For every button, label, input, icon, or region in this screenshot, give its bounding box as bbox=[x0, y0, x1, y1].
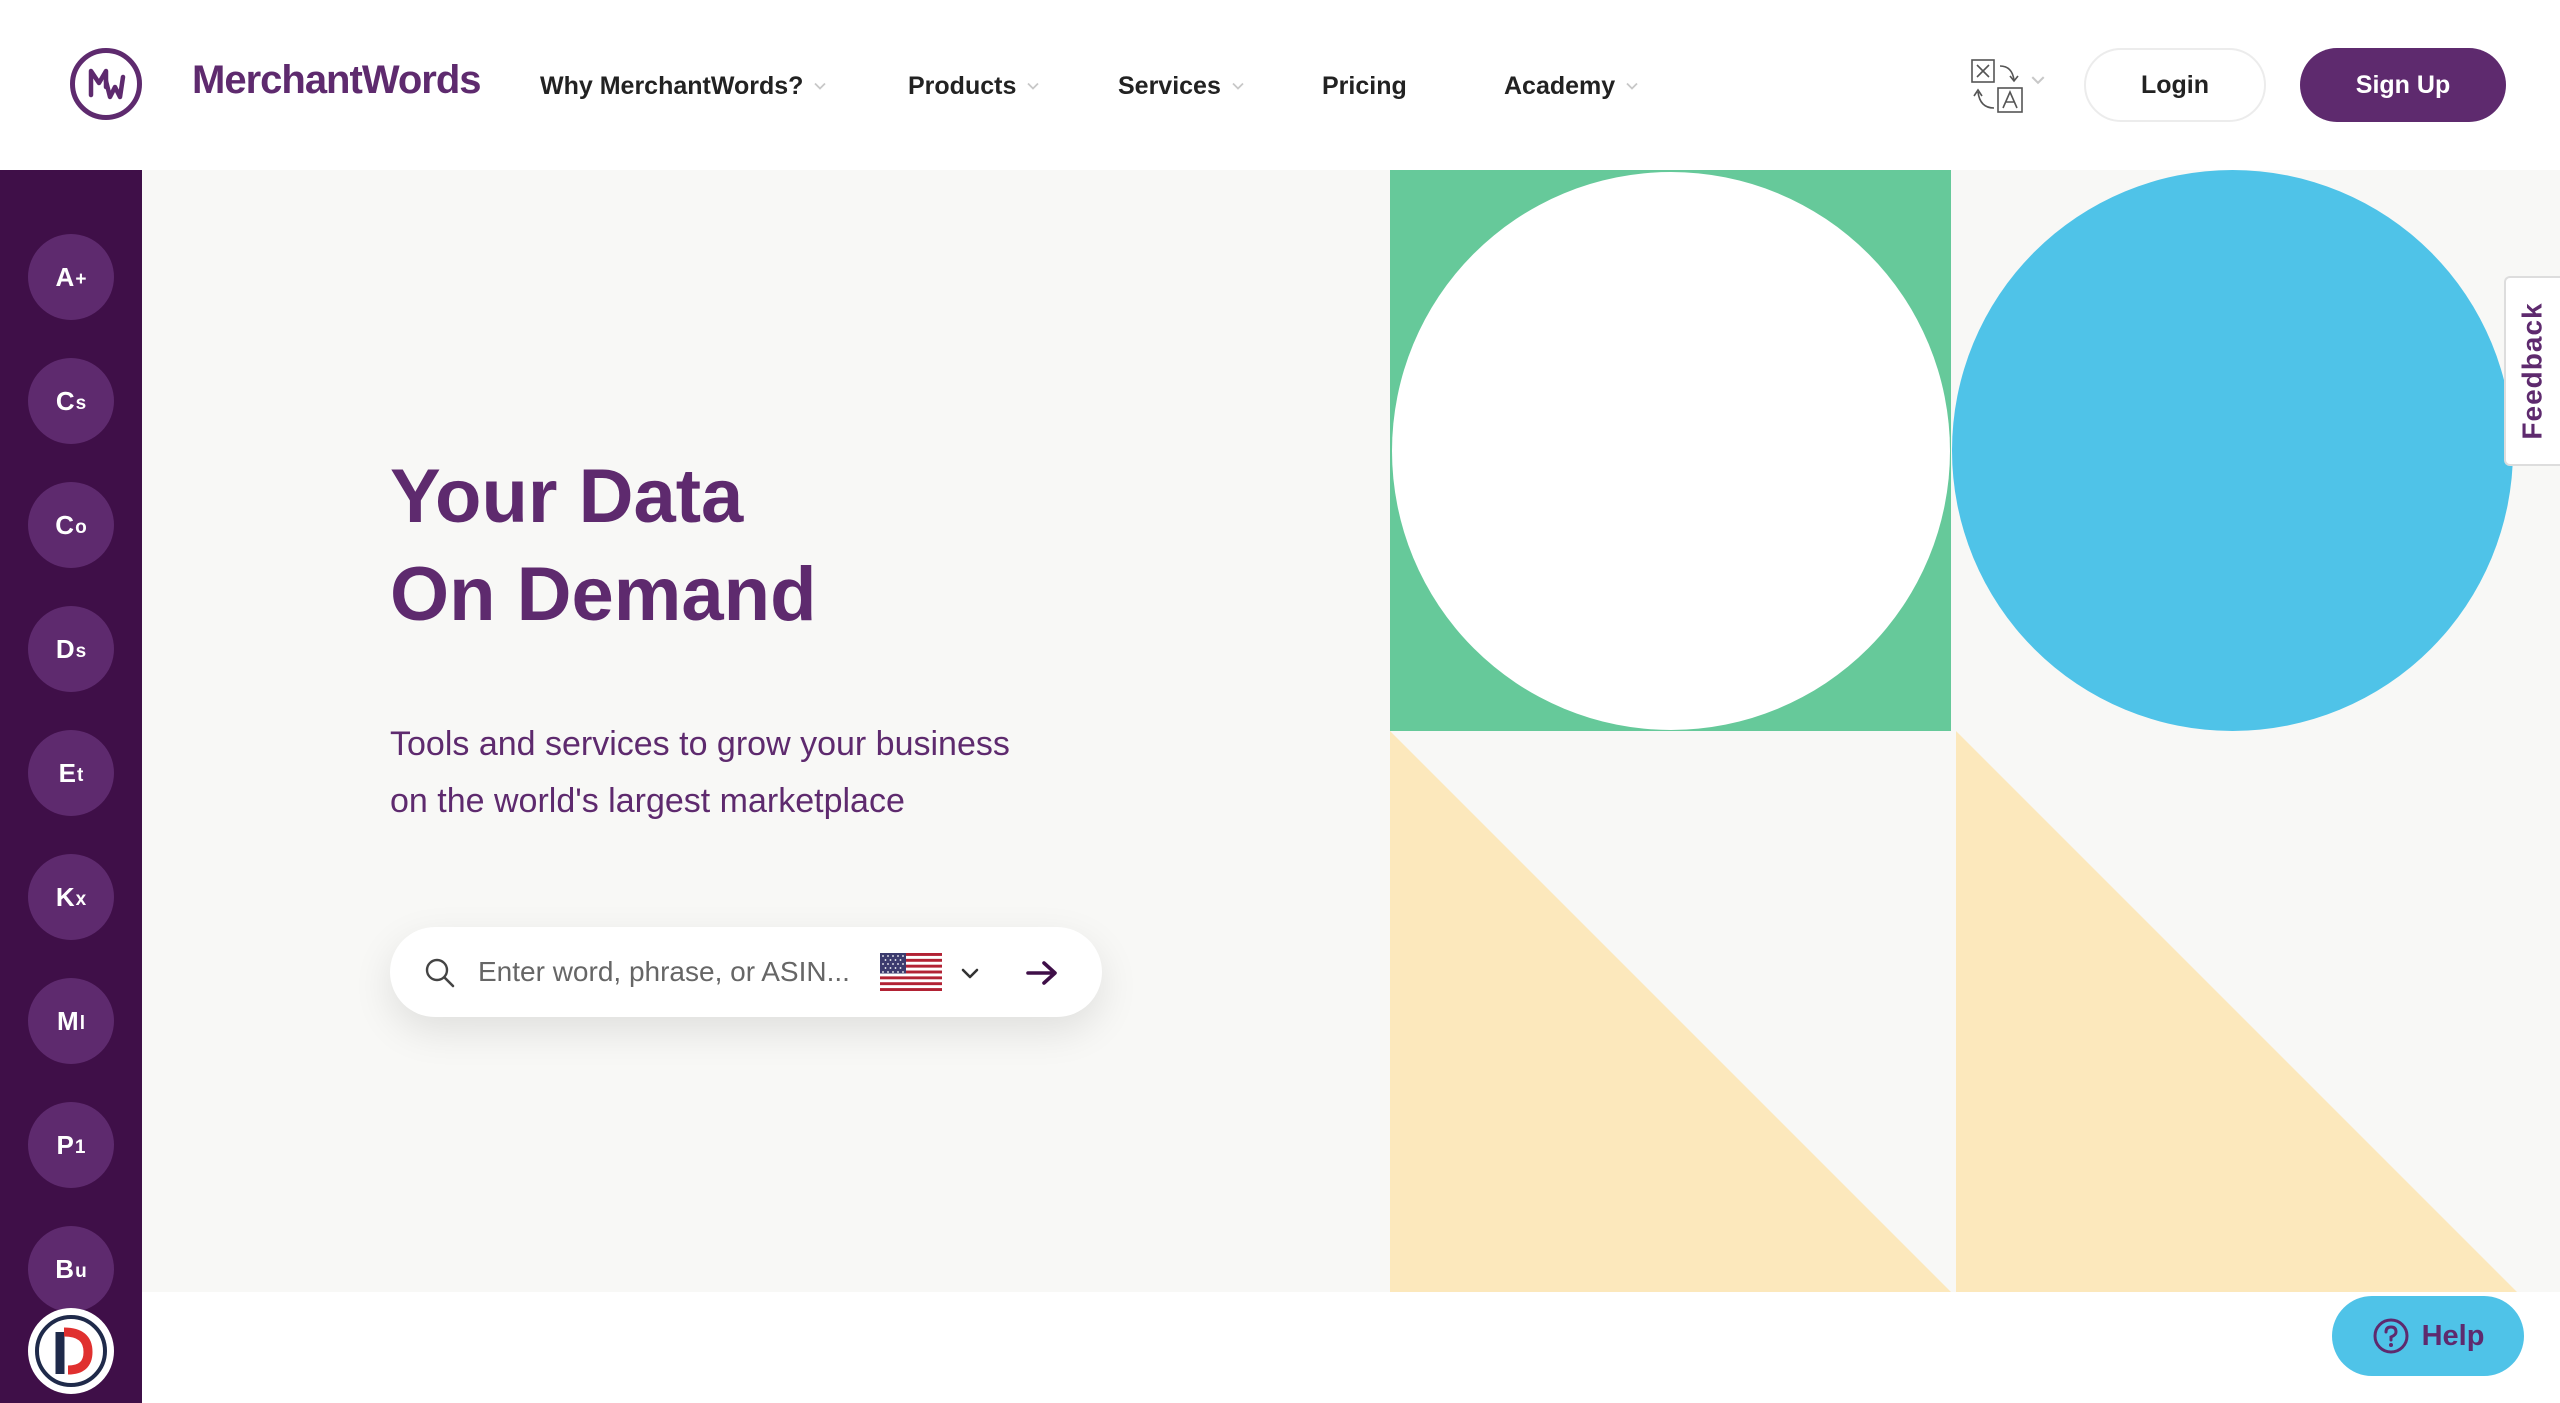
rail-item-sub: u bbox=[75, 1261, 87, 1282]
rail-item-co[interactable]: Co bbox=[28, 482, 114, 568]
rail-item-et[interactable]: Et bbox=[28, 730, 114, 816]
chevron-down-icon[interactable] bbox=[958, 961, 982, 985]
nav-pricing-label: Pricing bbox=[1322, 71, 1407, 100]
hero-title: Your Data On Demand bbox=[390, 448, 817, 644]
rail-item-main: K bbox=[55, 881, 75, 912]
arrow-right-icon[interactable] bbox=[1020, 951, 1064, 995]
search-input[interactable] bbox=[478, 947, 858, 997]
rail-item-kx[interactable]: Kx bbox=[28, 854, 114, 940]
rail-item-cs[interactable]: Cs bbox=[28, 358, 114, 444]
nav-services[interactable]: Services bbox=[1118, 72, 1245, 101]
nav-services-label: Services bbox=[1118, 71, 1221, 100]
rail-item-sub: 1 bbox=[74, 1137, 86, 1158]
rail-item-ds[interactable]: Ds bbox=[28, 606, 114, 692]
rail-item-ml[interactable]: Ml bbox=[28, 978, 114, 1064]
rail-item-main: D bbox=[55, 633, 75, 664]
rail-item-main: A bbox=[55, 261, 75, 292]
hero-illustration bbox=[1390, 170, 2560, 1292]
rail-item-main: C bbox=[55, 385, 75, 416]
rail-item-a-plus[interactable]: A + bbox=[28, 234, 114, 320]
rail-item-sub: s bbox=[75, 641, 87, 662]
cream-triangle-shape bbox=[1956, 731, 2517, 1292]
rail-item-main: M bbox=[57, 1005, 79, 1036]
brand-name[interactable]: MerchantWords bbox=[192, 58, 482, 103]
help-circle-icon bbox=[2373, 1318, 2409, 1354]
rail-item-sub: o bbox=[75, 517, 87, 538]
nav-academy-label: Academy bbox=[1504, 71, 1616, 100]
rail-item-sub: + bbox=[75, 269, 87, 290]
brand-badge-icon[interactable] bbox=[28, 1308, 114, 1394]
help-button[interactable]: Help bbox=[2332, 1296, 2524, 1376]
search-icon bbox=[425, 958, 455, 988]
chevron-down-icon bbox=[1626, 82, 1638, 90]
nav-products-label: Products bbox=[908, 71, 1017, 100]
rail-item-sub: x bbox=[75, 889, 87, 910]
nav-products[interactable]: Products bbox=[908, 72, 1040, 101]
rail-item-main: B bbox=[55, 1253, 75, 1284]
nav-why-merchantwords[interactable]: Why MerchantWords? bbox=[540, 72, 827, 101]
site-header: MerchantWords Why MerchantWords? Product… bbox=[0, 0, 2560, 170]
tools-rail: A + Cs Co Ds Et Kx Ml P1 Bu bbox=[0, 170, 142, 1403]
rail-item-sub: t bbox=[77, 765, 84, 786]
white-circle-shape bbox=[1392, 172, 1950, 730]
rail-item-sub: l bbox=[79, 1013, 85, 1034]
rail-item-p1[interactable]: P1 bbox=[28, 1102, 114, 1188]
rail-item-sub: s bbox=[75, 393, 87, 414]
hero-subtitle-line-1: Tools and services to grow your business bbox=[390, 725, 1010, 763]
rail-item-main: E bbox=[58, 757, 76, 788]
cream-triangle-shape bbox=[1390, 731, 1951, 1292]
nav-academy[interactable]: Academy bbox=[1504, 72, 1639, 101]
rail-item-bu[interactable]: Bu bbox=[28, 1226, 114, 1312]
blue-circle-shape bbox=[1952, 170, 2513, 731]
feedback-tab[interactable]: Feedback bbox=[2504, 276, 2560, 466]
search-bar bbox=[390, 927, 1102, 1017]
rail-item-main: P bbox=[56, 1129, 74, 1160]
language-switcher[interactable] bbox=[1968, 56, 2048, 116]
feedback-label: Feedback bbox=[2517, 302, 2549, 440]
login-button[interactable]: Login bbox=[2084, 48, 2266, 122]
help-label: Help bbox=[2421, 1319, 2485, 1352]
hero-title-line-2: On Demand bbox=[390, 552, 817, 637]
hero-subtitle: Tools and services to grow your business… bbox=[390, 716, 1110, 830]
chevron-down-icon bbox=[1232, 82, 1244, 90]
chevron-down-icon bbox=[814, 82, 827, 90]
chevron-down-icon bbox=[2031, 76, 2045, 85]
mw-logo-icon[interactable] bbox=[70, 48, 142, 120]
chevron-down-icon bbox=[1027, 82, 1039, 90]
hero-title-line-1: Your Data bbox=[390, 454, 744, 539]
signup-button[interactable]: Sign Up bbox=[2300, 48, 2506, 122]
nav-why-label: Why MerchantWords? bbox=[540, 71, 804, 100]
translate-icon bbox=[1971, 59, 2023, 113]
rail-item-main: C bbox=[55, 509, 75, 540]
us-flag-icon[interactable] bbox=[880, 953, 942, 991]
nav-pricing[interactable]: Pricing bbox=[1322, 72, 1407, 101]
hero-subtitle-line-2: on the world's largest marketplace bbox=[390, 782, 905, 820]
